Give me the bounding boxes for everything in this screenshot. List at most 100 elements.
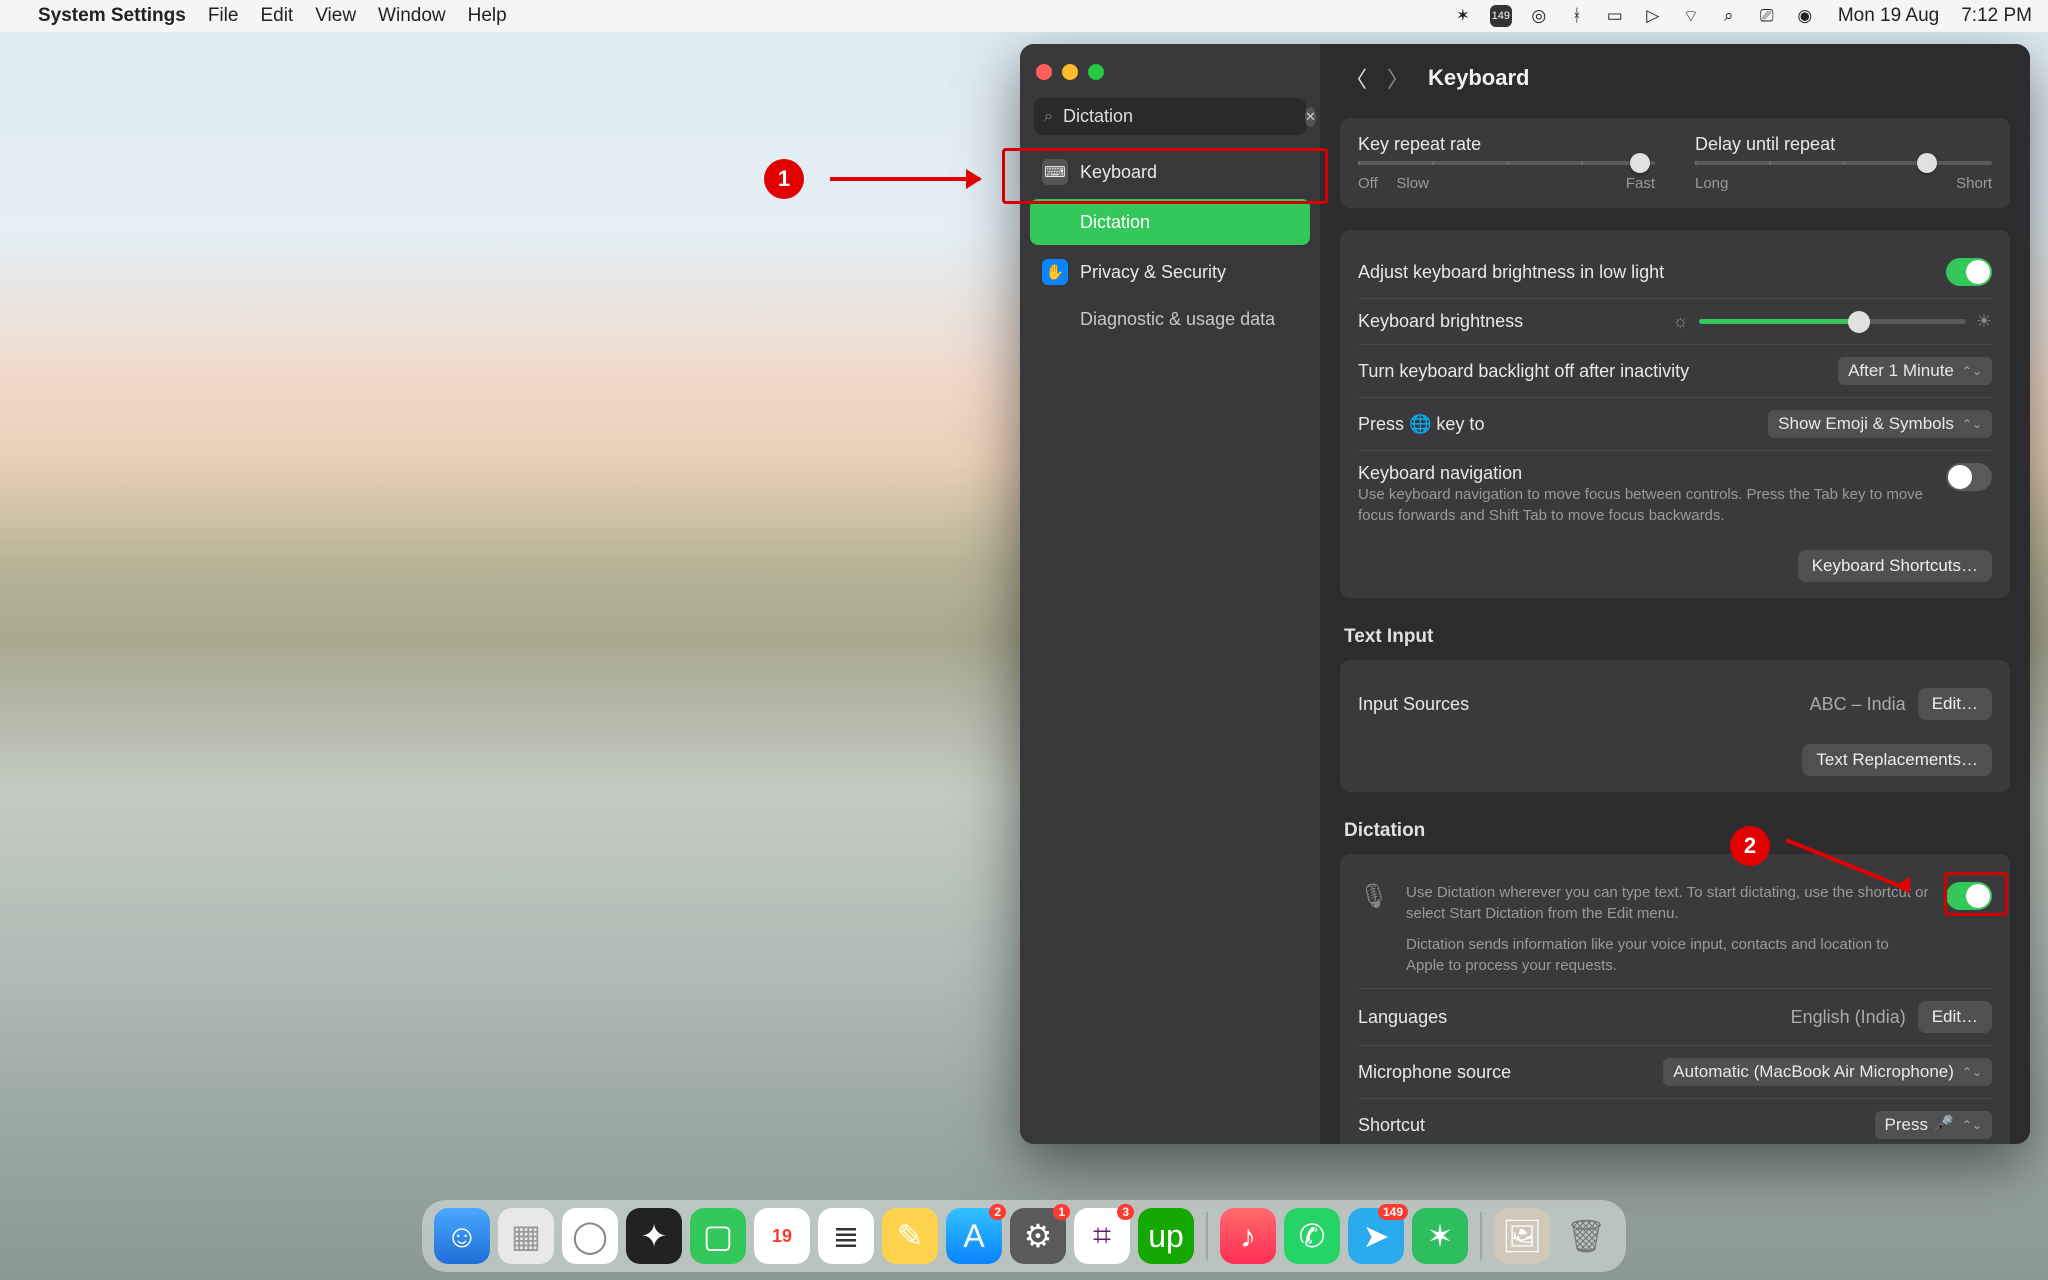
brightness-slider[interactable]: ☼ ☀ [1672, 311, 1992, 332]
chevron-updown-icon: ⌃⌄ [1962, 364, 1982, 378]
clear-search-button[interactable]: ✕ [1305, 107, 1316, 127]
close-button[interactable] [1036, 64, 1052, 80]
dock-divider [1206, 1212, 1208, 1260]
text-replacements-button[interactable]: Text Replacements… [1802, 744, 1992, 776]
dock-divider [1480, 1212, 1482, 1260]
app-name[interactable]: System Settings [38, 5, 186, 27]
control-center-icon[interactable]: ⎚ [1756, 5, 1778, 27]
dock-appstore[interactable]: A [946, 1208, 1002, 1264]
slider-label: Delay until repeat [1695, 134, 1992, 155]
dictation-icon [1042, 209, 1068, 235]
backlight-off-select[interactable]: After 1 Minute ⌃⌄ [1838, 357, 1992, 385]
dock-music[interactable]: ♪ [1220, 1208, 1276, 1264]
dictation-shortcut-select[interactable]: Press 🎤 ⌃⌄ [1875, 1111, 1992, 1139]
menubar-time[interactable]: 7:12 PM [1961, 5, 2032, 27]
delay-repeat-slider[interactable]: Delay until repeat Long Short [1695, 134, 1992, 192]
key-repeat-slider[interactable]: Key repeat rate Off Slow Fast [1358, 134, 1655, 192]
sidebar-item-label: Privacy & Security [1080, 262, 1226, 283]
cc-menubar-icon[interactable]: ◎ [1528, 5, 1550, 27]
select-value: Automatic (MacBook Air Microphone) [1673, 1062, 1954, 1082]
dock-finalcut[interactable]: ✦ [626, 1208, 682, 1264]
battery-icon[interactable]: ▭ [1604, 5, 1626, 27]
dock-notes[interactable]: ✎ [882, 1208, 938, 1264]
text-input-panel: Input Sources ABC – India Edit… Text Rep… [1340, 660, 2010, 792]
settings-content: 〈 〉 Keyboard Key repeat rate Off Slow Fa… [1320, 44, 2030, 1144]
wifi-icon[interactable]: ⌔ [1680, 5, 1702, 27]
menu-file[interactable]: File [208, 5, 239, 27]
row-label: Input Sources [1358, 694, 1469, 715]
menu-view[interactable]: View [315, 5, 356, 27]
brightness-high-icon: ☀ [1976, 311, 1992, 332]
menu-window[interactable]: Window [378, 5, 446, 27]
annotation-badge-1: 1 [764, 159, 804, 199]
badge-149-icon[interactable]: 149 [1490, 5, 1512, 27]
search-icon: ⌕ [1044, 108, 1053, 126]
dock-upwork[interactable]: up [1138, 1208, 1194, 1264]
settings-search[interactable]: ⌕ ✕ [1034, 98, 1306, 135]
dock-calendar[interactable]: 19 [754, 1208, 810, 1264]
menu-help[interactable]: Help [468, 5, 507, 27]
evernote-menubar-icon[interactable]: ✶ [1452, 5, 1474, 27]
spotlight-icon[interactable]: ⌕ [1718, 5, 1740, 27]
desktop: System Settings File Edit View Window He… [0, 0, 2048, 1280]
keyboard-navigation-toggle[interactable] [1946, 463, 1992, 491]
dictation-description: Use Dictation wherever you can type text… [1406, 882, 1930, 924]
annotation-arrow-1 [830, 177, 980, 181]
search-input[interactable] [1063, 106, 1295, 127]
dock-finder[interactable]: ☺ [434, 1208, 490, 1264]
dock-settings[interactable]: ⚙ [1010, 1208, 1066, 1264]
fullscreen-button[interactable] [1088, 64, 1104, 80]
select-value: Press 🎤 [1885, 1115, 1954, 1135]
system-settings-window: ⌕ ✕ ⌨ Keyboard Dictation ✋ Privacy & Sec… [1020, 44, 2030, 1144]
auto-brightness-toggle[interactable] [1946, 258, 1992, 286]
dock-slack[interactable]: ⌗ [1074, 1208, 1130, 1264]
select-value: After 1 Minute [1848, 361, 1954, 381]
row-label: Adjust keyboard brightness in low light [1358, 262, 1664, 283]
input-sources-value: ABC – India [1810, 694, 1906, 715]
dock-preview-file[interactable]: 🖼 [1494, 1208, 1550, 1264]
forward-button[interactable]: 〉 [1386, 62, 1410, 94]
dock-trash[interactable]: 🗑 [1558, 1208, 1614, 1264]
row-label: Turn keyboard backlight off after inacti… [1358, 361, 1689, 382]
dictation-header: Dictation [1344, 820, 2006, 842]
row-label: Shortcut [1358, 1115, 1425, 1136]
chevron-updown-icon: ⌃⌄ [1962, 1065, 1982, 1079]
dictation-privacy-note: Dictation sends information like your vo… [1406, 934, 1930, 976]
slider-max-label: Fast [1626, 175, 1655, 192]
dock-launchpad[interactable]: ▦ [498, 1208, 554, 1264]
menu-edit[interactable]: Edit [260, 5, 293, 27]
minimize-button[interactable] [1062, 64, 1078, 80]
siri-icon[interactable]: ◉ [1794, 5, 1816, 27]
dock-facetime[interactable]: ▢ [690, 1208, 746, 1264]
dock-chrome[interactable]: ◯ [562, 1208, 618, 1264]
sidebar-item-label: Diagnostic & usage data [1080, 309, 1275, 330]
slider-min-label: Off [1358, 175, 1378, 192]
dock-whatsapp[interactable]: ✆ [1284, 1208, 1340, 1264]
back-button[interactable]: 〈 [1344, 62, 1368, 94]
text-input-header: Text Input [1344, 626, 2006, 648]
sidebar-item-dictation[interactable]: Dictation [1030, 199, 1310, 245]
sidebar-item-label: Dictation [1080, 212, 1150, 233]
slider-label: Key repeat rate [1358, 134, 1655, 155]
row-label: Keyboard navigation [1358, 463, 1926, 484]
languages-value: English (India) [1791, 1007, 1906, 1028]
microphone-source-select[interactable]: Automatic (MacBook Air Microphone) ⌃⌄ [1663, 1058, 1992, 1086]
dock: ☺ ▦ ◯ ✦ ▢ 19 ≣ ✎ A ⚙ ⌗ up ♪ ✆ ➤ ✶ 🖼 🗑 [422, 1200, 1626, 1272]
playback-icon[interactable]: ▷ [1642, 5, 1664, 27]
input-sources-edit-button[interactable]: Edit… [1918, 688, 1992, 720]
row-label: Languages [1358, 1007, 1447, 1028]
languages-edit-button[interactable]: Edit… [1918, 1001, 1992, 1033]
microphone-icon: 🎙 [1358, 882, 1390, 911]
row-label: Microphone source [1358, 1062, 1511, 1083]
menubar-date[interactable]: Mon 19 Aug [1838, 5, 1939, 27]
bluetooth-icon[interactable]: ᚼ [1566, 5, 1588, 27]
sidebar-item-privacy[interactable]: ✋ Privacy & Security [1030, 249, 1310, 295]
keyboard-shortcuts-button[interactable]: Keyboard Shortcuts… [1798, 550, 1992, 582]
dock-reminders[interactable]: ≣ [818, 1208, 874, 1264]
slider-mid-label: Slow [1396, 175, 1429, 192]
annotation-box-1 [1002, 148, 1328, 204]
sidebar-item-diagnostic[interactable]: Diagnostic & usage data [1030, 299, 1310, 340]
dock-evernote[interactable]: ✶ [1412, 1208, 1468, 1264]
dock-telegram[interactable]: ➤ [1348, 1208, 1404, 1264]
globe-key-select[interactable]: Show Emoji & Symbols ⌃⌄ [1768, 410, 1992, 438]
